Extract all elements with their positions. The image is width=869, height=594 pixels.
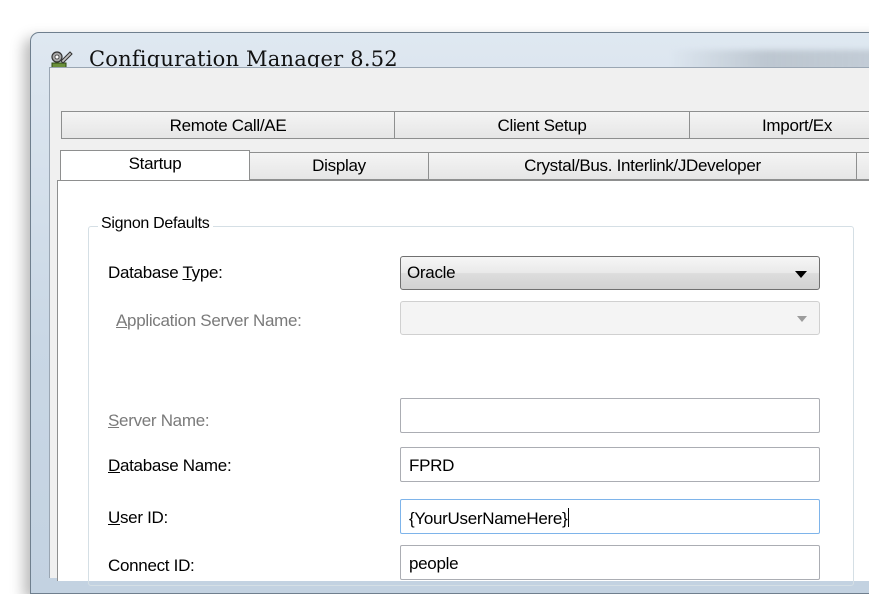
user-id-value: {YourUserNameHere} (409, 508, 570, 528)
tab-label: Display (312, 156, 366, 175)
server-name-field[interactable] (400, 398, 820, 433)
tab-label: Remote Call/AE (169, 116, 287, 135)
app-server-name-label: Application Server Name: (116, 311, 302, 330)
database-name-value: FPRD (409, 456, 455, 475)
database-type-dropdown[interactable]: Oracle (400, 256, 820, 290)
tab-import-export[interactable]: Import/Ex (689, 111, 869, 139)
user-id-field[interactable]: {YourUserNameHere} (400, 499, 820, 534)
connect-id-field[interactable]: people (400, 545, 820, 580)
connect-id-label: Connect ID: (108, 556, 195, 575)
connect-id-value: people (409, 554, 459, 573)
tab-remote-call-ae[interactable]: Remote Call/AE (61, 111, 395, 139)
database-name-label: Database Name: (108, 456, 232, 475)
tab-crystal-bus-interlink-jdeveloper[interactable]: Crystal/Bus. Interlink/JDeveloper (428, 152, 857, 180)
app-server-name-dropdown[interactable] (400, 301, 820, 335)
server-name-label: Server Name: (108, 411, 210, 430)
tab-label: Client Setup (497, 116, 587, 135)
tab-label: Import/Ex (762, 116, 833, 135)
tab-startup[interactable]: Startup (60, 150, 250, 180)
user-id-label: User ID: (108, 508, 168, 527)
chevron-down-icon (797, 316, 807, 322)
tab-display[interactable]: Display (249, 152, 429, 180)
tab-label: Crystal/Bus. Interlink/JDeveloper (524, 156, 761, 175)
signon-defaults-label: Signon Defaults (98, 215, 214, 233)
database-type-value: Oracle (407, 263, 456, 282)
database-type-label: Database Type: (108, 263, 223, 282)
chevron-down-icon (795, 271, 807, 278)
text-caret (568, 508, 570, 527)
database-name-field[interactable]: FPRD (400, 447, 820, 482)
tab-more[interactable] (856, 152, 869, 180)
tab-client-setup[interactable]: Client Setup (394, 111, 690, 139)
tab-label: Startup (128, 154, 182, 173)
